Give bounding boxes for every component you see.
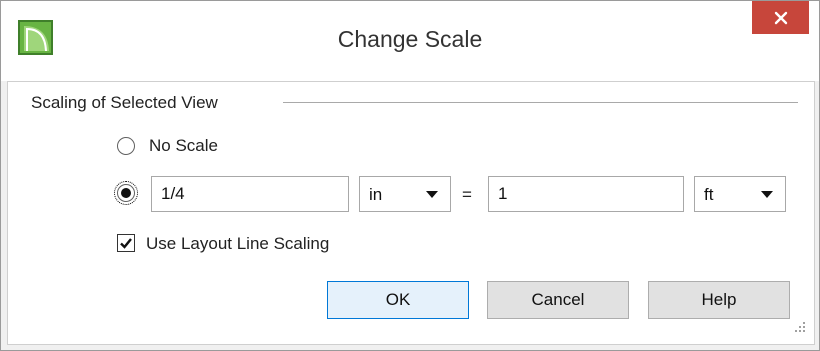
checkmark-icon <box>120 238 132 249</box>
scale-right-unit-value: ft <box>704 185 714 204</box>
chevron-down-icon <box>426 191 438 198</box>
title-bar: Change Scale <box>1 1 819 81</box>
dialog-title: Change Scale <box>337 26 483 52</box>
scale-right-value-input[interactable] <box>488 176 684 212</box>
no-scale-radio[interactable] <box>117 137 135 155</box>
ok-button[interactable]: OK <box>327 281 469 319</box>
chevron-down-icon <box>761 191 773 198</box>
help-button[interactable]: Help <box>648 281 790 319</box>
scale-left-value-input[interactable] <box>151 176 349 212</box>
close-button[interactable] <box>752 1 809 34</box>
group-divider <box>283 102 798 103</box>
group-label: Scaling of Selected View <box>31 93 224 113</box>
resize-grip-icon[interactable] <box>793 320 807 334</box>
cancel-button[interactable]: Cancel <box>487 281 629 319</box>
scale-left-unit-value: in <box>369 185 383 204</box>
custom-scale-radio[interactable] <box>114 181 138 205</box>
change-scale-dialog: Change Scale Scaling of Selected View No… <box>0 0 820 351</box>
scale-right-unit-select[interactable]: ft <box>694 176 786 212</box>
no-scale-label: No Scale <box>149 136 218 155</box>
close-icon <box>774 11 787 24</box>
layout-line-scaling-checkbox[interactable] <box>117 234 135 252</box>
layout-line-scaling-label: Use Layout Line Scaling <box>146 234 330 253</box>
equals-sign: = <box>462 185 472 204</box>
scale-left-unit-select[interactable]: in <box>359 176 451 212</box>
